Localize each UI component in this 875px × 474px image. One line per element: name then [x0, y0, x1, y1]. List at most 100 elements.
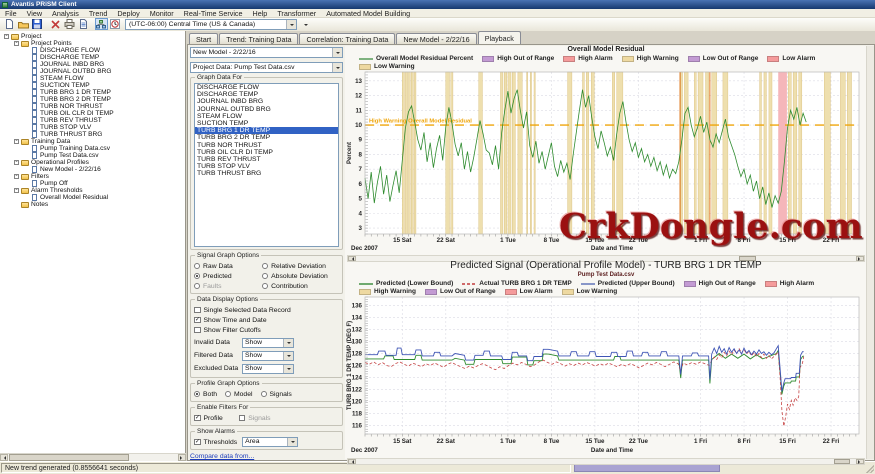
list-item-discharge-temp[interactable]: DISCHARGE TEMP	[195, 91, 338, 98]
checkbox-show-filter-cutoffs[interactable]: Show Filter Cutoffs	[194, 325, 339, 335]
checkbox[interactable]	[194, 307, 201, 314]
tree-item-notes[interactable]: Notes	[1, 201, 185, 208]
tree-item-overall-model-residual[interactable]: Overall Model Residual	[1, 194, 185, 201]
tree-item-journal-inbd-brg[interactable]: JOURNAL INBD BRG	[1, 61, 185, 68]
tree-item-project-points[interactable]: -Project Points	[1, 40, 185, 47]
tree-item-turb-stop-vlv[interactable]: TURB STOP VLV	[1, 124, 185, 131]
list-item-turb-rev-thrust[interactable]: TURB REV THRUST	[195, 156, 338, 163]
filtered-data-dropdown[interactable]: Show	[242, 351, 294, 361]
list-item-discharge-flow[interactable]: DISCHARGE FLOW	[195, 84, 338, 91]
tree-item-training-data[interactable]: -Training Data	[1, 138, 185, 145]
list-item-journal-outbd-brg[interactable]: JOURNAL OUTBD BRG	[195, 106, 338, 113]
checkbox[interactable]: ✓	[194, 415, 201, 422]
checkbox-single-selected-data-record[interactable]: Single Selected Data Record	[194, 305, 339, 315]
radio-button[interactable]	[225, 391, 231, 397]
radio-contribution[interactable]: Contribution	[262, 281, 339, 291]
save-icon[interactable]	[31, 18, 44, 30]
menu-item-help[interactable]: Help	[248, 9, 273, 18]
tree-item-alarm-thresholds[interactable]: -Alarm Thresholds	[1, 187, 185, 194]
checkbox[interactable]	[239, 415, 246, 422]
tab-trend-training-data[interactable]: Trend: Training Data	[219, 33, 298, 44]
collapse-icon[interactable]: -	[14, 160, 19, 165]
menu-item-monitor[interactable]: Monitor	[145, 9, 179, 18]
radio-button[interactable]	[194, 273, 200, 279]
model-hierarchy-icon[interactable]	[95, 18, 108, 30]
delete-icon[interactable]	[49, 18, 62, 30]
timezone-dropdown-button[interactable]	[301, 19, 310, 30]
tab-new-model-2-22-16[interactable]: New Model - 2/22/16	[396, 33, 476, 44]
tree-item-turb-oil-clr-di-temp[interactable]: TURB OIL CLR DI TEMP	[1, 110, 185, 117]
radio-both[interactable]: Both	[194, 389, 217, 399]
list-item-suction-temp[interactable]: SUCTION TEMP	[195, 120, 338, 127]
tree-item-journal-outbd-brg[interactable]: JOURNAL OUTBD BRG	[1, 68, 185, 75]
chevron-down-icon[interactable]	[283, 339, 293, 347]
realtime-clock-icon[interactable]	[109, 18, 122, 30]
radio-button[interactable]	[262, 263, 268, 269]
print-icon[interactable]	[63, 18, 76, 30]
tree-item-operational-profiles[interactable]: -Operational Profiles	[1, 159, 185, 166]
tree-item-project[interactable]: -Project	[1, 33, 185, 40]
data-source-dropdown[interactable]: Project Data: Pump Test Data.csv	[190, 62, 343, 73]
radio-signals[interactable]: Signals	[261, 389, 292, 399]
invalid-data-dropdown[interactable]: Show	[242, 338, 294, 348]
list-item-journal-inbd-brg[interactable]: JOURNAL INBD BRG	[195, 98, 338, 105]
compare-data-link[interactable]: Compare data from...	[190, 453, 254, 460]
collapse-icon[interactable]: -	[14, 188, 19, 193]
tree-item-turb-brg-2-dr-temp[interactable]: TURB BRG 2 DR TEMP	[1, 96, 185, 103]
tree-item-pump-test-data-csv[interactable]: Pump Test Data.csv	[1, 152, 185, 159]
list-item-turb-brg-2-dr-temp[interactable]: TURB BRG 2 DR TEMP	[195, 134, 338, 141]
checkbox[interactable]	[194, 327, 201, 334]
menu-item-transformer[interactable]: Transformer	[272, 9, 321, 18]
bottom-chart-horizontal-scrollbar[interactable]	[347, 458, 865, 465]
menu-item-real-time-service[interactable]: Real-Time Service	[179, 9, 248, 18]
chevron-down-icon[interactable]	[286, 20, 296, 29]
list-item-turb-brg-1-dr-temp[interactable]: TURB BRG 1 DR TEMP	[195, 127, 338, 134]
tree-item-pump-training-data-csv[interactable]: Pump Training Data.csv	[1, 145, 185, 152]
tree-item-suction-temp[interactable]: SUCTION TEMP	[1, 82, 185, 89]
chevron-down-icon[interactable]	[332, 48, 342, 57]
collapse-icon[interactable]: -	[14, 139, 19, 144]
tree-horizontal-scrollbar[interactable]	[0, 453, 186, 461]
list-item-turb-nor-thrust[interactable]: TURB NOR THRUST	[195, 142, 338, 149]
tree-item-turb-nor-thrust[interactable]: TURB NOR THRUST	[1, 103, 185, 110]
tree-item-turb-brg-1-dr-temp[interactable]: TURB BRG 1 DR TEMP	[1, 89, 185, 96]
list-item-turb-thrust-brg[interactable]: TURB THRUST BRG	[195, 170, 338, 177]
graph-data-listbox[interactable]: DISCHARGE FLOWDISCHARGE TEMPJOURNAL INBD…	[194, 83, 339, 247]
checkbox-thresholds[interactable]: ✓Thresholds	[194, 437, 237, 447]
radio-button[interactable]	[262, 273, 268, 279]
collapse-icon[interactable]: -	[4, 34, 9, 39]
tree-item-filters[interactable]: -Filters	[1, 173, 185, 180]
checkbox[interactable]: ✓	[194, 439, 201, 446]
radio-button[interactable]	[194, 283, 200, 289]
collapse-icon[interactable]: -	[14, 174, 19, 179]
tree-item-discharge-flow[interactable]: DISCHARGE FLOW	[1, 47, 185, 54]
checkbox-signals[interactable]: Signals	[239, 413, 271, 423]
excluded-data-dropdown[interactable]: Show	[242, 364, 294, 374]
chevron-down-icon[interactable]	[283, 352, 293, 360]
tree-item-new-model-2-22-16[interactable]: New Model - 2/22/16	[1, 166, 185, 173]
radio-button[interactable]	[194, 391, 200, 397]
radio-relative-deviation[interactable]: Relative Deviation	[262, 261, 339, 271]
tree-item-turb-rev-thrust[interactable]: TURB REV THRUST	[1, 117, 185, 124]
tab-correlation-training-data[interactable]: Correlation: Training Data	[299, 33, 395, 44]
chevron-down-icon[interactable]	[332, 63, 342, 72]
timezone-combobox[interactable]: (UTC-06:00) Central Time (US & Canada)	[125, 19, 297, 30]
checkbox-profile[interactable]: ✓Profile	[194, 413, 223, 423]
tree-item-discharge-temp[interactable]: DISCHARGE TEMP	[1, 54, 185, 61]
report-icon[interactable]	[77, 18, 90, 30]
resize-grip[interactable]	[865, 464, 874, 473]
new-document-icon[interactable]	[3, 18, 16, 30]
model-dropdown[interactable]: New Model - 2/22/16	[190, 47, 343, 58]
checkbox[interactable]: ✓	[194, 317, 201, 324]
open-folder-icon[interactable]	[17, 18, 30, 30]
tree-item-turb-thrust-brg[interactable]: TURB THRUST BRG	[1, 131, 185, 138]
thresholds-style-dropdown[interactable]: Area	[242, 437, 298, 447]
radio-raw-data[interactable]: Raw Data	[194, 261, 262, 271]
menu-item-automated-model-building[interactable]: Automated Model Building	[321, 9, 415, 18]
chevron-down-icon[interactable]	[287, 438, 297, 446]
chevron-down-icon[interactable]	[283, 365, 293, 373]
predicted-signal-plot[interactable]: 11611812012212412612813013213413615 Sat2…	[345, 295, 864, 457]
list-item-steam-flow[interactable]: STEAM FLOW	[195, 113, 338, 120]
tree-item-pump-off[interactable]: Pump Off	[1, 180, 185, 187]
radio-model[interactable]: Model	[225, 389, 253, 399]
